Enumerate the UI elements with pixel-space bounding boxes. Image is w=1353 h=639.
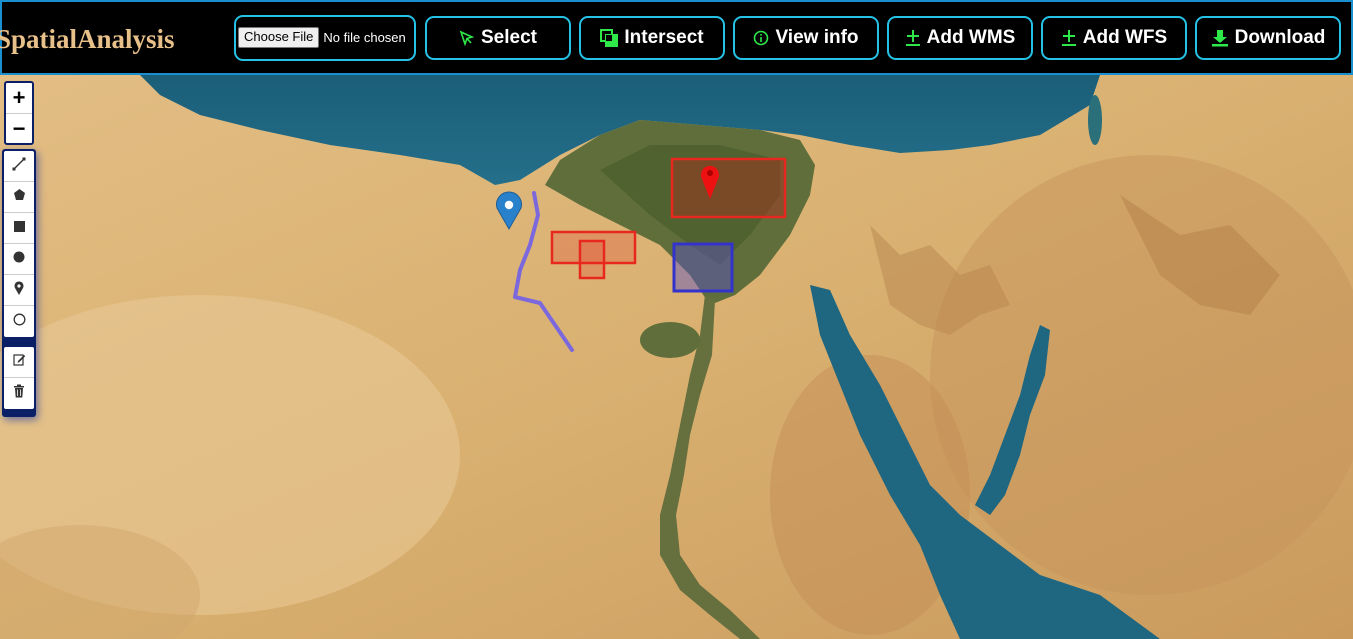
polygon-icon — [13, 188, 26, 206]
draw-toolbar — [2, 149, 36, 417]
red-rectangle-delta[interactable] — [670, 157, 787, 219]
intersect-label: Intersect — [624, 27, 704, 48]
draw-rectangle-button[interactable] — [4, 213, 34, 244]
polyline-icon — [12, 157, 26, 176]
file-status-text: No file chosen — [323, 29, 406, 45]
add-wms-label: Add WMS — [926, 27, 1016, 48]
select-button[interactable]: Select — [425, 16, 571, 60]
intersect-icon — [600, 29, 619, 47]
add-wms-button[interactable]: Add WMS — [887, 16, 1033, 60]
zoom-out-button[interactable]: − — [6, 113, 32, 143]
select-label: Select — [481, 27, 537, 48]
top-toolbar: SpatialAnalysis Choose File No file chos… — [0, 0, 1353, 75]
edit-tools-group — [4, 347, 34, 409]
view-info-label: View info — [775, 27, 859, 48]
blue-rectangle[interactable] — [672, 242, 734, 293]
zoom-control: + − — [4, 81, 34, 145]
intersect-button[interactable]: Intersect — [579, 16, 725, 60]
delete-icon — [13, 384, 25, 403]
cursor-icon — [459, 30, 475, 46]
plus-icon — [1061, 29, 1077, 47]
rectangle-icon — [13, 219, 25, 237]
draw-circlemarker-button[interactable] — [4, 306, 34, 337]
vector-layers[interactable] — [0, 75, 1353, 639]
download-label: Download — [1234, 27, 1326, 48]
draw-tools-group — [4, 151, 34, 337]
draw-marker-button[interactable] — [4, 275, 34, 306]
file-upload[interactable]: Choose File No file chosen — [234, 15, 416, 61]
draw-polyline-button[interactable] — [4, 151, 34, 182]
circle-marker-icon — [13, 313, 26, 331]
drawn-polyline[interactable] — [513, 191, 574, 352]
circle-icon — [13, 250, 25, 268]
edit-layers-button[interactable] — [4, 347, 34, 378]
plus-icon — [905, 29, 921, 47]
app-title: SpatialAnalysis — [0, 24, 175, 54]
add-wfs-button[interactable]: Add WFS — [1041, 16, 1187, 60]
marker-icon — [14, 280, 24, 300]
choose-file-button[interactable]: Choose File — [238, 26, 320, 48]
info-icon — [753, 30, 769, 46]
red-rectangle-small[interactable] — [578, 239, 606, 280]
map-view[interactable]: + − — [0, 75, 1353, 639]
edit-icon — [12, 353, 26, 371]
draw-polygon-button[interactable] — [4, 182, 34, 213]
add-wfs-label: Add WFS — [1082, 27, 1168, 48]
zoom-in-button[interactable]: + — [6, 83, 32, 113]
download-button[interactable]: Download — [1195, 16, 1341, 60]
download-icon — [1211, 29, 1229, 47]
delete-layers-button[interactable] — [4, 378, 34, 409]
view-info-button[interactable]: View info — [733, 16, 879, 60]
blue-marker-icon[interactable] — [496, 191, 522, 231]
draw-circle-button[interactable] — [4, 244, 34, 275]
